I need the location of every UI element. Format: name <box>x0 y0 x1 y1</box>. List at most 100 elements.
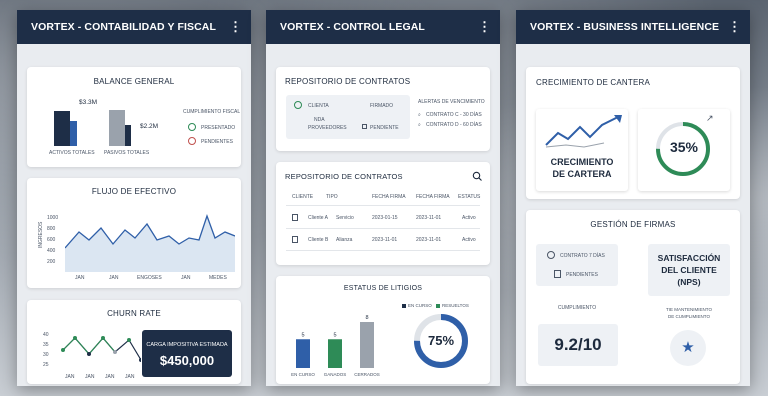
alert2[interactable]: CONTRATO D - 60 DÍAS <box>426 122 482 128</box>
cantera-gauge-box: 35% ↗ <box>638 109 730 191</box>
flujo-ylabel: INGRESOS <box>38 221 44 248</box>
search-icon[interactable] <box>472 171 482 181</box>
table-row[interactable]: Cliente A Servicio 2023-01-15 2023-11-01… <box>286 207 480 229</box>
firmas-item2[interactable]: PENDIENTES <box>566 272 598 278</box>
cantera-growth-box: CRECIMIENTO DE CARTERA <box>536 109 628 191</box>
cell-date2: 2023-11-01 <box>416 237 442 243</box>
check-circle-icon <box>294 101 302 109</box>
phone-bi: VORTEX - BUSINESS INTELLIGENCE ⋮ CRECIMI… <box>516 10 750 386</box>
xtick: JAN <box>109 275 119 281</box>
ytick: 400 <box>47 248 56 254</box>
churn-title: CHURN RATE <box>107 309 161 318</box>
legend2: RESUELTOS <box>442 303 469 308</box>
firmas-title: GESTIÓN DE FIRMAS <box>590 220 676 229</box>
litigios-card: ESTATUS DE LITIGIOS EN CURSO RESUELTOS 5… <box>276 276 490 384</box>
th-cliente: CLIENTE <box>292 194 314 200</box>
bar2-label: PASIVOS TOTALES <box>104 150 150 156</box>
bar-pasivos <box>109 110 125 146</box>
repo1-item2-status: PENDIENTE <box>370 125 399 131</box>
bar-category-label: CERRADOS <box>354 372 380 377</box>
litigios-bar-chart: 5 EN CURSO 5 GANADOS 8 CERRADOS <box>291 315 380 377</box>
repo-card-1: REPOSITORIO DE CONTRATOS CLIENTA FIRMADO… <box>276 67 490 151</box>
cell-type: Servicio <box>336 215 354 221</box>
more-menu-icon[interactable]: ⋮ <box>229 19 242 35</box>
app-bar: VORTEX - CONTABILIDAD Y FISCAL ⋮ <box>17 10 251 44</box>
firmas-item1[interactable]: CONTRATO 7 DÍAS <box>560 253 605 259</box>
bar-cerrados <box>360 322 374 368</box>
carga-amount: $450,000 <box>159 353 215 368</box>
repo1-item1[interactable]: CLIENTA <box>308 103 329 109</box>
xtick: MEDES <box>209 275 227 281</box>
bar-pasivos-sub <box>125 125 131 146</box>
alerts-title: ALERTAS DE VENCIMIENTO <box>418 99 485 105</box>
xtick: JAN <box>105 374 115 380</box>
app-title: VORTEX - CONTABILIDAD Y FISCAL <box>31 21 217 33</box>
app-title: VORTEX - CONTROL LEGAL <box>280 21 425 33</box>
xtick: JAN <box>65 374 75 380</box>
table-row[interactable]: Cliente B Alianza 2023-11-01 2023-11-01 … <box>286 229 480 251</box>
balance-title: BALANCE GENERAL <box>93 77 175 86</box>
xtick: JAN <box>85 374 95 380</box>
ytick: 600 <box>47 237 56 243</box>
cantera-title: CRECIMIENTO DE CANTERA <box>536 78 651 87</box>
repo2-title: REPOSITORIO DE CONTRATOS <box>285 172 403 181</box>
bar-value-label: 8 <box>365 315 368 321</box>
app-bar: VORTEX - CONTROL LEGAL ⋮ <box>266 10 500 44</box>
nps-line2: DEL CLIENTE <box>661 265 717 275</box>
fiscal-title: CUMPLIMIENTO FISCAL <box>183 109 241 115</box>
nps-line1: SATISFACCIÓN <box>657 253 721 263</box>
app-bar: VORTEX - BUSINESS INTELLIGENCE ⋮ <box>516 10 750 44</box>
right-label-1: TIE MANTENIMIENTO <box>666 307 712 312</box>
bar-en-curso <box>296 339 310 368</box>
pending-circle-icon <box>188 137 196 145</box>
th-fecha2: FECHA FIRMA <box>416 194 450 200</box>
repo-card-2: REPOSITORIO DE CONTRATOS CLIENTE TIPO FE… <box>276 162 490 265</box>
bar2-value: $2.2M <box>140 123 159 130</box>
bar1-label: ACTIVOS TOTALES <box>49 150 95 156</box>
ytick: 25 <box>43 362 49 368</box>
cell-client: Cliente A <box>308 215 329 221</box>
firmas-list: CONTRATO 7 DÍAS PENDIENTES <box>536 244 618 286</box>
bar-category-label: GANADOS <box>324 372 347 377</box>
repo1-item2[interactable]: NDA <box>314 117 325 123</box>
cell-client: Cliente B <box>308 237 329 243</box>
clock-icon <box>547 251 555 259</box>
ytick: 30 <box>43 352 49 358</box>
score-value: 9.2/10 <box>554 335 602 354</box>
legend-swatch-en-curso <box>402 304 406 308</box>
bar-ganados <box>328 339 342 368</box>
flujo-title: FLUJO DE EFECTIVO <box>91 187 177 196</box>
cantera-sub1: CRECIMIENTO <box>550 157 614 167</box>
phone-legal: VORTEX - CONTROL LEGAL ⋮ REPOSITORIO DE … <box>266 10 500 386</box>
repo1-list: CLIENTA FIRMADO NDA PROVEEDORES PENDIENT… <box>286 95 410 139</box>
ytick: 800 <box>47 226 56 232</box>
carga-caption: CARGA IMPOSITIVA ESTIMADA <box>146 342 228 348</box>
growth-trend-icon <box>545 115 622 148</box>
arrow-icon: ↗ <box>706 113 714 123</box>
ytick: 35 <box>43 342 49 348</box>
gauge-value: 35% <box>669 139 699 155</box>
phone-contabilidad: VORTEX - CONTABILIDAD Y FISCAL ⋮ BALANCE… <box>17 10 251 386</box>
th-tipo: TIPO <box>326 194 338 200</box>
cell-status: Activo <box>462 237 476 243</box>
score-box: 9.2/10 <box>538 324 618 366</box>
more-menu-icon[interactable]: ⋮ <box>478 19 491 35</box>
th-estatus: ESTATUS <box>458 194 481 200</box>
flujo-card: FLUJO DE EFECTIVO INGRESOS 1000 800 600 … <box>27 178 241 288</box>
alert1[interactable]: CONTRATO C - 30 DÍAS <box>426 112 482 118</box>
score-label: CUMPLIMIENTO <box>557 305 597 311</box>
more-menu-icon[interactable]: ⋮ <box>728 19 741 35</box>
app-title: VORTEX - BUSINESS INTELLIGENCE <box>530 21 720 33</box>
bar1-value: $3.3M <box>79 99 98 106</box>
fiscal-item1: PRESENTADO <box>201 125 236 131</box>
repo1-title: REPOSITORIO DE CONTRATOS <box>285 77 411 86</box>
bar-activos <box>54 111 70 146</box>
donut-value: 75% <box>427 333 455 348</box>
cell-date1: 2023-11-01 <box>372 237 398 243</box>
ytick: 200 <box>47 259 56 265</box>
flujo-line-chart <box>65 214 235 272</box>
cantera-sub2: DE CARTERA <box>552 169 612 179</box>
legend-swatch-resueltos <box>436 304 440 308</box>
cell-status: Activo <box>462 215 476 221</box>
doc-icon <box>362 124 367 129</box>
